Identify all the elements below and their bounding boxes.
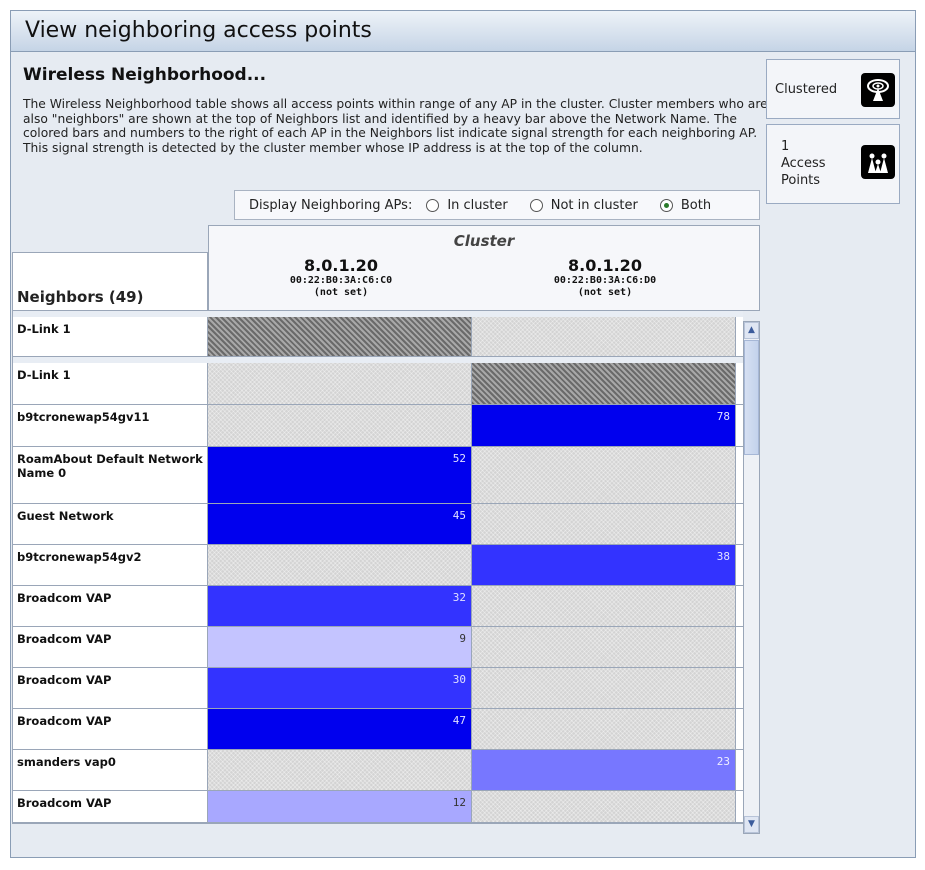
scroll-down-icon[interactable]: ▼	[744, 816, 759, 833]
section-title: Wireless Neighborhood...	[23, 65, 267, 85]
neighbor-name: smanders vap0	[13, 750, 208, 790]
clustered-status-box[interactable]: Clustered	[766, 59, 900, 119]
access-points-icon	[861, 145, 895, 179]
empty-signal-cell	[472, 791, 736, 822]
neighbors-header: Neighbors (49)	[12, 252, 208, 311]
neighbor-row[interactable]: b9tcronewap54gv11 78	[13, 405, 743, 447]
empty-signal-cell	[208, 363, 472, 404]
neighbor-filter: Display Neighboring APs: In cluster Not …	[234, 190, 760, 220]
cluster-member-column-1[interactable]: 8.0.1.20 00:22:B0:3A:C6:C0 (not set)	[209, 256, 473, 299]
neighbor-name: Guest Network	[13, 504, 208, 544]
neighbor-name: Broadcom VAP	[13, 709, 208, 749]
filter-label: Display Neighboring APs:	[249, 197, 413, 213]
empty-signal-cell	[472, 447, 736, 503]
column-mac: 00:22:B0:3A:C6:D0	[553, 275, 657, 286]
neighbor-name: Broadcom VAP	[13, 627, 208, 667]
empty-signal-cell	[472, 627, 736, 667]
self-cell	[472, 363, 736, 404]
neighbor-row[interactable]: Guest Network 45	[13, 504, 743, 545]
cluster-member-column-2[interactable]: 8.0.1.20 00:22:B0:3A:C6:D0 (not set)	[473, 256, 737, 299]
signal-strength-bar: 9	[208, 627, 472, 667]
signal-strength-bar: 32	[208, 586, 472, 626]
neighbor-name: Broadcom VAP	[13, 791, 208, 822]
empty-signal-cell	[472, 504, 736, 544]
neighbor-row[interactable]: RoamAbout Default Network Name 0 52	[13, 447, 743, 504]
neighbor-name: D-Link 1	[13, 363, 208, 404]
signal-strength-bar: 45	[208, 504, 472, 544]
empty-signal-cell	[472, 586, 736, 626]
empty-signal-cell	[472, 709, 736, 749]
signal-strength-bar: 12	[208, 791, 472, 822]
filter-both-radio[interactable]	[659, 198, 673, 212]
table-scrollbar[interactable]: ▲ ▼	[743, 321, 760, 834]
neighbor-row[interactable]: D-Link 1	[13, 357, 743, 405]
signal-strength-bar: 30	[208, 668, 472, 708]
neighbor-name: Broadcom VAP	[13, 586, 208, 626]
description-text: The Wireless Neighborhood table shows al…	[23, 97, 768, 155]
neighbor-name: RoamAbout Default Network Name 0	[13, 447, 208, 503]
self-cell	[208, 317, 472, 356]
empty-signal-cell	[472, 317, 736, 356]
neighbor-row[interactable]: Broadcom VAP 47	[13, 709, 743, 750]
clustered-label: Clustered	[775, 82, 838, 97]
neighbor-row[interactable]: Broadcom VAP 9	[13, 627, 743, 668]
signal-strength-bar: 23	[472, 750, 736, 790]
filter-not-in-cluster-radio[interactable]	[529, 198, 543, 212]
scroll-up-icon[interactable]: ▲	[744, 322, 759, 339]
panel-title: View neighboring access points	[11, 11, 915, 52]
filter-in-cluster-label[interactable]: In cluster	[447, 198, 507, 213]
column-mac: 00:22:B0:3A:C6:C0	[289, 275, 393, 286]
neighbor-name: b9tcronewap54gv2	[13, 545, 208, 585]
signal-strength-bar: 78	[472, 405, 736, 446]
access-points-label-line1: Access	[781, 156, 826, 171]
cluster-label: Cluster	[453, 232, 515, 250]
filter-both-label[interactable]: Both	[681, 198, 711, 213]
signal-strength-bar: 47	[208, 709, 472, 749]
neighbors-count-label: Neighbors (49)	[17, 288, 144, 306]
neighbor-row[interactable]: Broadcom VAP 32	[13, 586, 743, 627]
neighbor-row[interactable]: Broadcom VAP 12	[13, 791, 743, 823]
neighbor-row[interactable]: D-Link 1	[13, 311, 743, 357]
neighbor-name: b9tcronewap54gv11	[13, 405, 208, 446]
access-points-count: 1	[781, 139, 790, 154]
scroll-thumb[interactable]	[744, 340, 759, 455]
empty-signal-cell	[208, 750, 472, 790]
neighbor-name: D-Link 1	[13, 317, 208, 356]
neighbor-row[interactable]: b9tcronewap54gv2 38	[13, 545, 743, 586]
column-ip: 8.0.1.20	[568, 256, 642, 275]
column-ip: 8.0.1.20	[304, 256, 378, 275]
empty-signal-cell	[208, 545, 472, 585]
column-name: (not set)	[577, 287, 633, 298]
empty-signal-cell	[472, 668, 736, 708]
clustered-icon	[861, 73, 895, 107]
cluster-header: Cluster 8.0.1.20 00:22:B0:3A:C6:C0 (not …	[208, 225, 760, 311]
neighbor-row[interactable]: Broadcom VAP 30	[13, 668, 743, 709]
signal-strength-bar: 38	[472, 545, 736, 585]
filter-not-in-cluster-label[interactable]: Not in cluster	[551, 198, 638, 213]
filter-in-cluster-radio[interactable]	[426, 198, 440, 212]
access-points-box[interactable]: 1 Access Points	[766, 124, 900, 204]
signal-strength-bar: 52	[208, 447, 472, 503]
neighbor-row[interactable]: smanders vap0 23	[13, 750, 743, 791]
empty-signal-cell	[208, 405, 472, 446]
neighbors-table: D-Link 1 D-Link 1 b9tcronewap54gv11 78 RoamA…	[12, 311, 743, 824]
access-points-label-line2: Points	[781, 173, 821, 188]
neighbor-name: Broadcom VAP	[13, 668, 208, 708]
column-name: (not set)	[313, 287, 369, 298]
